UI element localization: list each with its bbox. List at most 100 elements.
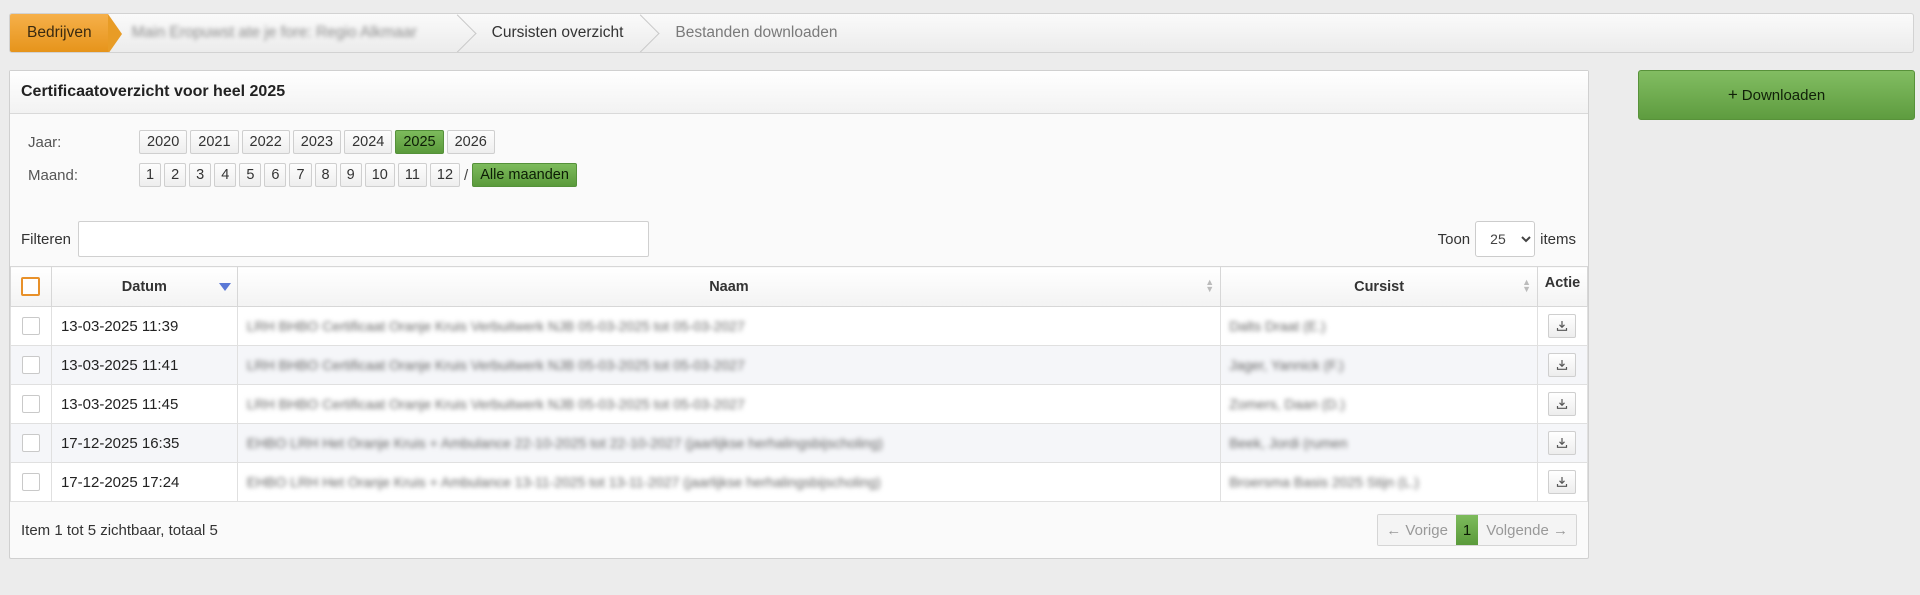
panel-title: Certificaatoverzicht voor heel 2025: [10, 71, 1588, 114]
year-option-2022[interactable]: 2022: [241, 130, 290, 154]
month-option-10[interactable]: 10: [364, 163, 395, 187]
row-download-button[interactable]: [1548, 353, 1577, 377]
year-filter: Jaar: 2020 2021 2022 2023 2024 2025 2026: [27, 130, 498, 154]
sort-icon: ▲ ▼: [1522, 277, 1531, 294]
prev-page-button[interactable]: ← Vorige: [1378, 515, 1456, 545]
cell-naam-text: EHBO LRH Het Oranje Kruis + Ambulance 22…: [246, 434, 883, 451]
download-icon: [1557, 477, 1568, 487]
year-option-2025[interactable]: 2025: [395, 130, 444, 154]
cell-cursist: Zomers, Daan (D.): [1220, 384, 1538, 424]
filter-label: Filteren: [21, 230, 72, 248]
select-all-checkbox[interactable]: [21, 277, 41, 296]
year-option-2026[interactable]: 2026: [446, 130, 495, 154]
month-separator: /: [464, 166, 469, 184]
table-row[interactable]: 13-03-2025 11:41 LRH BHBO Certificaat Ora…: [10, 345, 1589, 385]
row-download-button[interactable]: [1548, 392, 1577, 416]
year-filter-label: Jaar:: [28, 133, 62, 151]
row-checkbox[interactable]: [21, 473, 40, 492]
month-option-3[interactable]: 3: [189, 163, 212, 187]
cell-naam: LRH BHBO Certificaat Oranje Kruis Verbui…: [236, 384, 1222, 424]
cell-cursist-text: Jager, Yannick (F.): [1229, 356, 1344, 373]
download-icon: [1557, 399, 1568, 409]
filter-input[interactable]: [78, 221, 650, 257]
year-option-2020[interactable]: 2020: [139, 130, 188, 154]
row-download-button[interactable]: [1548, 470, 1577, 494]
cell-naam: EHBO LRH Het Oranje Kruis + Ambulance 13…: [236, 462, 1222, 502]
month-option-11[interactable]: 11: [397, 163, 427, 187]
select-all-cell: [10, 266, 52, 307]
row-select-cell: [10, 423, 52, 463]
breadcrumb-item-company[interactable]: Main Eropuwst ate je fore: Regio Alkmaar: [122, 14, 458, 52]
download-button[interactable]: + Downloaden: [1638, 70, 1915, 120]
column-header-naam[interactable]: Naam ▲ ▼: [236, 266, 1222, 307]
row-checkbox[interactable]: [21, 356, 40, 375]
breadcrumb-separator: [641, 14, 655, 52]
row-checkbox[interactable]: [21, 395, 40, 414]
month-option-12[interactable]: 12: [429, 163, 461, 187]
cell-datum: 17-12-2025 16:35: [50, 423, 238, 463]
cell-cursist-text: Zomers, Daan (D.): [1229, 395, 1346, 412]
row-checkbox[interactable]: [21, 317, 40, 336]
month-filter: Maand: 1 2 3 4 5 6 7 8 9 10 11 12 / Alle…: [27, 163, 580, 187]
cell-naam: LRH BHBO Certificaat Oranje Kruis Verbui…: [236, 306, 1222, 346]
month-option-4[interactable]: 4: [214, 163, 237, 187]
cell-cursist: Dalts Draat (E.): [1220, 306, 1538, 346]
page-size-select[interactable]: 25: [1475, 221, 1536, 257]
page-1-button[interactable]: 1: [1455, 515, 1479, 545]
next-page-button[interactable]: Volgende →: [1478, 515, 1576, 545]
page-size-prefix: Toon: [1437, 230, 1471, 248]
download-icon: [1557, 438, 1568, 448]
cell-cursist: Broersma Basis 2025 Stijn (L.): [1220, 462, 1538, 502]
cell-naam-text: LRH BHBO Certificaat Oranje Kruis Verbui…: [246, 395, 745, 412]
cell-naam-text: EHBO LRH Het Oranje Kruis + Ambulance 13…: [246, 473, 881, 490]
certificate-table: Datum Naam ▲ ▼ Cursist ▲ ▼ Actie 13-03-202…: [10, 266, 1589, 502]
cell-cursist-text: Beek, Jordi (rumen: [1229, 434, 1348, 451]
breadcrumb-item-cursisten[interactable]: Cursisten overzicht: [472, 14, 642, 52]
column-header-actie: Actie: [1536, 266, 1589, 307]
year-option-2021[interactable]: 2021: [190, 130, 239, 154]
pagination: ← Vorige 1 Volgende →: [1377, 514, 1577, 546]
row-checkbox[interactable]: [21, 434, 40, 453]
table-row[interactable]: 13-03-2025 11:45 LRH BHBO Certificaat Ora…: [10, 384, 1589, 424]
column-header-cursist[interactable]: Cursist ▲ ▼: [1220, 266, 1538, 307]
column-header-actie-label: Actie: [1544, 275, 1581, 291]
column-header-datum[interactable]: Datum: [50, 266, 238, 307]
column-header-datum-label: Datum: [121, 278, 167, 295]
cell-actie: [1536, 462, 1589, 502]
year-option-2023[interactable]: 2023: [292, 130, 342, 154]
month-option-5[interactable]: 5: [239, 163, 262, 187]
column-header-cursist-label: Cursist: [1354, 278, 1405, 295]
cell-datum: 17-12-2025 17:24: [50, 462, 238, 502]
month-option-2[interactable]: 2: [164, 163, 187, 187]
cell-cursist: Jager, Yannick (F.): [1220, 345, 1538, 385]
row-select-cell: [10, 345, 52, 385]
month-option-1[interactable]: 1: [139, 163, 162, 187]
cell-actie: [1536, 384, 1589, 424]
month-option-7[interactable]: 7: [289, 163, 312, 187]
sort-icon: ▲ ▼: [1205, 277, 1215, 294]
breadcrumb: Bedrijven Main Eropuwst ate je fore: Reg…: [9, 13, 1914, 53]
year-option-2024[interactable]: 2024: [344, 130, 393, 154]
cell-naam: LRH BHBO Certificaat Oranje Kruis Verbui…: [236, 345, 1222, 385]
row-download-button[interactable]: [1548, 314, 1577, 338]
row-download-button[interactable]: [1548, 431, 1577, 455]
month-option-8[interactable]: 8: [314, 163, 337, 187]
certificate-panel: Certificaatoverzicht voor heel 2025 Jaar…: [9, 70, 1589, 559]
page-size-control: Toon 25 items: [1438, 221, 1576, 257]
cell-cursist-text: Broersma Basis 2025 Stijn (L.): [1229, 473, 1420, 490]
month-option-9[interactable]: 9: [339, 163, 362, 187]
breadcrumb-item-bedrijven[interactable]: Bedrijven: [10, 14, 122, 52]
cell-naam-text: LRH BHBO Certificaat Oranje Kruis Verbui…: [246, 317, 745, 334]
cell-datum: 13-03-2025 11:45: [50, 384, 238, 424]
row-select-cell: [10, 306, 52, 346]
month-option-6[interactable]: 6: [264, 163, 287, 187]
table-row[interactable]: 13-03-2025 11:39 LRH BHBO Certificaat Ora…: [10, 306, 1589, 346]
cell-datum: 13-03-2025 11:39: [50, 306, 238, 346]
download-icon: [1557, 360, 1568, 370]
download-icon: [1557, 321, 1568, 331]
table-row[interactable]: 17-12-2025 16:35 EHBO LRH Het Oranje Krui…: [10, 423, 1589, 463]
all-months-option[interactable]: Alle maanden: [472, 163, 577, 187]
table-row[interactable]: 17-12-2025 17:24 EHBO LRH Het Oranje Krui…: [10, 462, 1589, 502]
row-select-cell: [10, 384, 52, 424]
page-size-suffix: items: [1540, 230, 1576, 248]
